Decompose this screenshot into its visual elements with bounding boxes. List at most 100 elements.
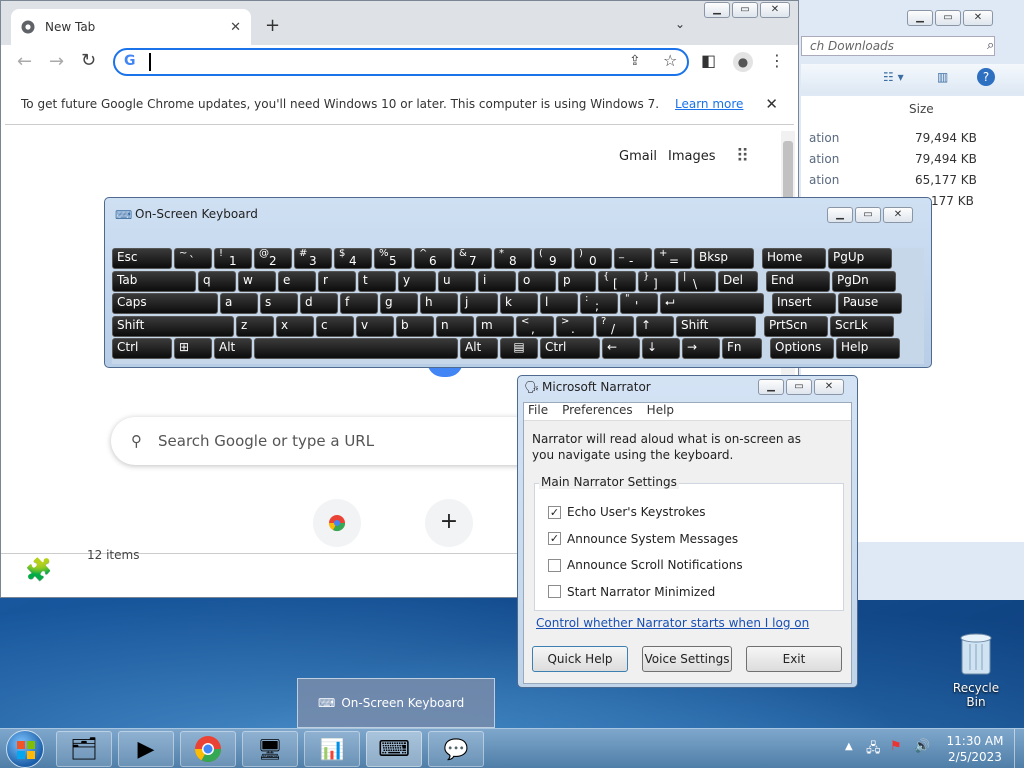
minimize-button[interactable]: ▁	[907, 10, 933, 26]
key-char-44[interactable]: <,	[516, 315, 554, 337]
key-char-99[interactable]: c	[316, 315, 354, 337]
key-alt[interactable]: Alt	[460, 338, 498, 359]
key-home[interactable]: Home	[762, 248, 826, 269]
key-char-119[interactable]: w	[238, 270, 276, 292]
key-char-106[interactable]: j	[460, 293, 498, 314]
key-space[interactable]	[254, 338, 458, 359]
key-char-46[interactable]: >.	[556, 315, 594, 337]
key-options[interactable]: Options	[770, 338, 834, 359]
help-icon[interactable]: ?	[977, 68, 995, 86]
volume-icon[interactable]: 🔊	[914, 739, 930, 754]
key-char-93[interactable]: }]	[638, 270, 676, 292]
logon-link[interactable]: Control whether Narrator starts when I l…	[536, 616, 809, 630]
key-scroll-lock[interactable]: ScrLk	[830, 315, 894, 337]
key-char-116[interactable]: t	[358, 270, 396, 292]
key-insert[interactable]: Insert	[772, 293, 836, 314]
size-column-header[interactable]: Size	[909, 102, 934, 116]
key-char-97[interactable]: a	[220, 293, 258, 314]
menu-help[interactable]: Help	[647, 403, 674, 420]
profile-icon[interactable]: ●	[733, 52, 753, 72]
narrator-option[interactable]: ✓ Announce System Messages	[548, 532, 738, 546]
key-char-54[interactable]: ^ 6	[414, 248, 452, 269]
key-char-107[interactable]: k	[500, 293, 538, 314]
key-char-120[interactable]: x	[276, 315, 314, 337]
key-char-110[interactable]: n	[436, 315, 474, 337]
share-icon[interactable]: ⇪	[629, 53, 641, 69]
key-char-53[interactable]: % 5	[374, 248, 412, 269]
key-up-arrow[interactable]: ↑	[636, 315, 674, 337]
key-down-arrow[interactable]: ↓	[642, 338, 680, 359]
key-page-down[interactable]: PgDn	[832, 270, 896, 292]
key-char-104[interactable]: h	[420, 293, 458, 314]
maximize-button[interactable]: ▭	[935, 10, 961, 26]
key-char-45[interactable]: _ -	[614, 248, 652, 269]
key-esc[interactable]: Esc	[112, 248, 172, 269]
recycle-bin[interactable]: Recycle Bin	[944, 630, 1008, 709]
close-button[interactable]: ✕	[814, 379, 844, 395]
key-char-59[interactable]: :;	[580, 293, 618, 314]
network-icon[interactable]: 🖧	[866, 739, 881, 761]
key-shift[interactable]: Shift	[676, 315, 756, 337]
taskbar-task-manager[interactable]: 📊	[304, 731, 360, 767]
key-char-109[interactable]: m	[476, 315, 514, 337]
add-shortcut-icon[interactable]: +	[425, 499, 473, 547]
key-char-112[interactable]: p	[558, 270, 596, 292]
key-print-screen[interactable]: PrtScn	[764, 315, 828, 337]
key-menu[interactable]: ▤	[500, 338, 538, 359]
view-icon[interactable]: ☷ ▾	[883, 70, 904, 84]
explorer-search-input[interactable]: ch Downloads	[801, 36, 995, 56]
side-panel-icon[interactable]: ◧	[701, 51, 716, 70]
narrator-option[interactable]: Announce Scroll Notifications	[548, 558, 743, 572]
key-char-50[interactable]: @2	[254, 248, 292, 269]
key-char-111[interactable]: o	[518, 270, 556, 292]
scrollbar-thumb[interactable]	[783, 141, 793, 201]
key-char-101[interactable]: e	[278, 270, 316, 292]
apps-grid-icon[interactable]: ⠿	[736, 146, 749, 167]
key-char-52[interactable]: $4	[334, 248, 372, 269]
key-char-114[interactable]: r	[318, 270, 356, 292]
key-char-122[interactable]: z	[236, 315, 274, 337]
checkbox[interactable]: ✓	[548, 532, 561, 545]
key-right-arrow[interactable]: →	[682, 338, 720, 359]
key-delete[interactable]: Del	[718, 270, 758, 292]
exit-button[interactable]: Exit	[746, 646, 842, 672]
key-fn[interactable]: Fn	[722, 338, 762, 359]
maximize-button[interactable]: ▭	[786, 379, 812, 395]
key-char-115[interactable]: s	[260, 293, 298, 314]
gmail-link[interactable]: Gmail	[619, 149, 657, 164]
key-left-arrow[interactable]: ←	[602, 338, 640, 359]
key-char-51[interactable]: #3	[294, 248, 332, 269]
forward-icon[interactable]: →	[49, 51, 64, 72]
checkbox[interactable]	[548, 558, 561, 572]
shortcut-tile[interactable]	[313, 499, 361, 547]
minimize-button[interactable]: ▁	[758, 379, 784, 395]
key-char-102[interactable]: f	[340, 293, 378, 314]
key-tab[interactable]: Tab	[112, 270, 196, 292]
key-char-96[interactable]: ~ `	[174, 248, 212, 269]
taskbar-control-panel[interactable]: 🖥	[242, 731, 298, 767]
quick-help-button[interactable]: Quick Help	[532, 646, 628, 672]
close-button[interactable]: ✕	[883, 207, 913, 223]
voice-settings-button[interactable]: Voice Settings	[642, 646, 732, 672]
key-char-39[interactable]: " '	[620, 293, 658, 314]
key-char-103[interactable]: g	[380, 293, 418, 314]
key-pause[interactable]: Pause	[838, 293, 902, 314]
key-char-56[interactable]: * 8	[494, 248, 532, 269]
taskbar-on-screen-keyboard[interactable]: ⌨	[366, 731, 422, 767]
tab-search-icon[interactable]: ⌄	[675, 17, 685, 31]
omnibox[interactable]: G ⇪ ☆	[113, 48, 689, 76]
key-char-113[interactable]: q	[198, 270, 236, 292]
learn-more-link[interactable]: Learn more	[675, 97, 743, 111]
menu-icon[interactable]: ⋮	[769, 51, 785, 70]
taskbar-narrator[interactable]: 💬	[428, 731, 484, 767]
key-char-121[interactable]: y	[398, 270, 436, 292]
key-char-92[interactable]: | \	[678, 270, 716, 292]
key-char-105[interactable]: i	[478, 270, 516, 292]
key-page-up[interactable]: PgUp	[828, 248, 892, 269]
key-help[interactable]: Help	[836, 338, 900, 359]
start-button[interactable]	[6, 730, 44, 768]
key-char-98[interactable]: b	[396, 315, 434, 337]
key-char-49[interactable]: ! 1	[214, 248, 252, 269]
key-char-61[interactable]: + =	[654, 248, 692, 269]
reload-icon[interactable]: ↻	[81, 50, 96, 71]
